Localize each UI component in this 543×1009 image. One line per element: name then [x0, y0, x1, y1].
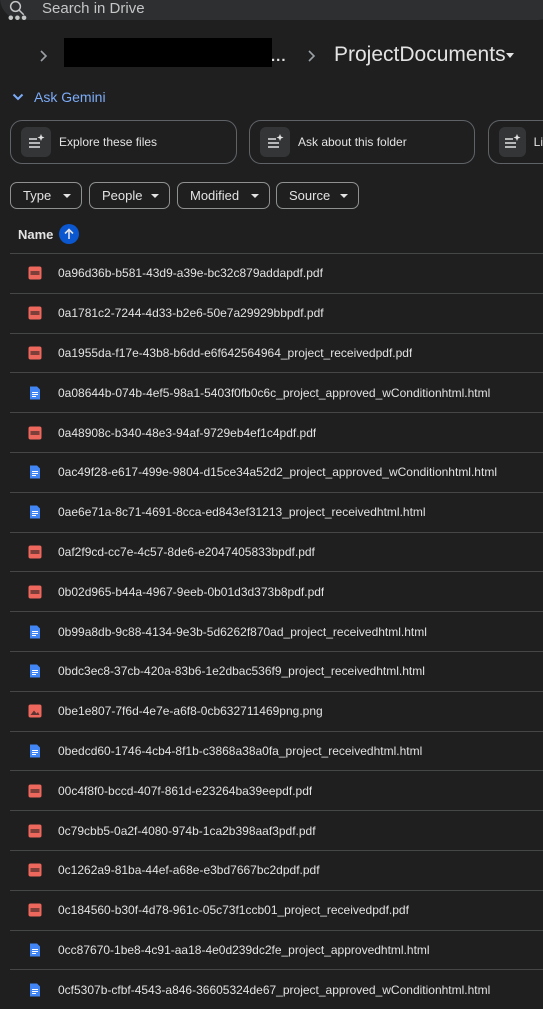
filter-people[interactable]: People	[89, 182, 170, 209]
filter-type[interactable]: Type	[10, 182, 82, 209]
file-name: 0ae6e71a-8c71-4691-8cca-ed843ef31213_pro…	[58, 505, 426, 520]
document-file-icon	[28, 505, 42, 519]
image-file-icon	[28, 704, 42, 718]
suggestion-label: Ask about this folder	[298, 135, 407, 149]
file-name: 0be1e807-7f6d-4e7e-a6f8-0cb632711469png.…	[58, 704, 323, 719]
name-column-label: Name	[18, 226, 54, 242]
document-file-icon	[28, 744, 42, 758]
current-folder-title[interactable]: ProjectDocuments	[334, 43, 506, 67]
pdf-file-icon	[28, 824, 42, 838]
pdf-file-icon	[28, 426, 42, 440]
document-file-icon	[28, 465, 42, 479]
file-row[interactable]: 0a96d36b-b581-43d9-a39e-bc32c879addapdf.…	[10, 253, 543, 293]
file-name: 00c4f8f0-bccd-407f-861d-e23264ba39eepdf.…	[58, 783, 313, 798]
pdf-file-icon	[28, 585, 42, 599]
file-name: 0b99a8db-9c88-4134-9e3b-5d6262f870ad_pro…	[58, 624, 427, 639]
file-name: 0ac49f28-e617-499e-9804-d15ce34a52d2_pro…	[58, 465, 497, 480]
pdf-file-icon	[28, 903, 42, 917]
dropdown-caret-icon	[151, 193, 159, 198]
file-row[interactable]: 0a48908c-b340-48e3-94af-9729eb4ef1c4pdf.…	[10, 412, 543, 452]
file-name: 0a96d36b-b581-43d9-a39e-bc32c879addapdf.…	[58, 266, 323, 281]
file-name: 0b02d965-b44a-4967-9eeb-0b01d3d373b8pdf.…	[58, 584, 325, 599]
file-row[interactable]: 0a1781c2-7244-4d33-b2e6-50e7a29929bbpdf.…	[10, 292, 543, 333]
explore-files-suggestion[interactable]: Explore these files	[10, 120, 237, 164]
file-name: 0cf5307b-cfbf-4543-a846-36605324de67_pro…	[58, 982, 491, 997]
chevron-down-icon	[12, 93, 24, 101]
file-row[interactable]: 0b02d965-b44a-4967-9eeb-0b01d3d373b8pdf.…	[10, 571, 543, 611]
pdf-file-icon	[28, 784, 42, 798]
file-name: 0cc87670-1be8-4c91-aa18-4e0d239dc2fe_pro…	[58, 942, 430, 957]
document-file-icon	[28, 983, 42, 997]
filter-label: Type	[23, 188, 52, 203]
file-row[interactable]: 0c184560-b30f-4d78-961c-05c73f1ccb01_pro…	[10, 889, 543, 930]
file-row[interactable]: 0be1e807-7f6d-4e7e-a6f8-0cb632711469png.…	[10, 690, 543, 731]
dropdown-caret-icon	[63, 193, 71, 198]
file-row[interactable]: 0a08644b-074b-4ef5-98a1-5403f0fb0c6c_pro…	[10, 372, 543, 412]
file-row[interactable]: 0ac49f28-e617-499e-9804-d15ce34a52d2_pro…	[10, 451, 543, 492]
pdf-file-icon	[28, 863, 42, 877]
pdf-file-icon	[28, 346, 42, 360]
folder-menu-caret-icon[interactable]	[506, 53, 514, 58]
file-name: 0a1781c2-7244-4d33-b2e6-50e7a29929bbpdf.…	[58, 306, 324, 321]
file-name: 0af2f9cd-cc7e-4c57-8de6-e2047405833bpdf.…	[58, 544, 315, 559]
file-row[interactable]: 0b99a8db-9c88-4134-9e3b-5d6262f870ad_pro…	[10, 611, 543, 651]
filter-label: People	[102, 188, 143, 203]
document-file-icon	[28, 625, 42, 639]
breadcrumb-more-button[interactable]: •••	[8, 10, 28, 28]
name-column-header[interactable]: Name	[18, 224, 80, 244]
filter-modified[interactable]: Modified	[177, 182, 270, 209]
pdf-file-icon	[28, 266, 42, 280]
file-row[interactable]: 0c1262a9-81ba-44ef-a68e-e3bd7667bc2dpdf.…	[10, 849, 543, 890]
suggestion-label: Explore these files	[59, 135, 158, 149]
file-row[interactable]: 0bdc3ec8-37cb-420a-83b6-1e2dbac536f9_pro…	[10, 650, 543, 691]
file-row[interactable]: 0a1955da-f17e-43b8-b6dd-e6f642564964_pro…	[10, 332, 543, 373]
redacted-breadcrumb-item	[64, 38, 272, 67]
spark-list-icon	[499, 127, 526, 157]
file-name: 0a1955da-f17e-43b8-b6dd-e6f642564964_pro…	[58, 345, 413, 360]
file-row[interactable]: 0c79cbb5-0a2f-4080-974b-1ca2b398aaf3pdf.…	[10, 810, 543, 850]
file-name: 0bdc3ec8-37cb-420a-83b6-1e2dbac536f9_pro…	[58, 664, 425, 679]
file-name: 0c1262a9-81ba-44ef-a68e-e3bd7667bc2dpdf.…	[58, 863, 320, 878]
filter-label: Source	[289, 188, 331, 203]
document-file-icon	[28, 664, 42, 678]
file-row[interactable]: 00c4f8f0-bccd-407f-861d-e23264ba39eepdf.…	[10, 770, 543, 810]
file-row[interactable]: 0ae6e71a-8c71-4691-8cca-ed843ef31213_pro…	[10, 491, 543, 532]
file-row[interactable]: 0bedcd60-1746-4cb4-8f1b-c3868a38a0fa_pro…	[10, 730, 543, 771]
file-name: 0a48908c-b340-48e3-94af-9729eb4ef1c4pdf.…	[58, 425, 317, 440]
suggestion-label: Li	[533, 135, 543, 149]
file-list: 0a96d36b-b581-43d9-a39e-bc32c879addapdf.…	[10, 253, 543, 1009]
third-suggestion[interactable]: Li	[488, 120, 543, 164]
search-bar[interactable]	[0, 0, 543, 20]
pdf-file-icon	[28, 306, 42, 320]
dropdown-caret-icon	[251, 193, 259, 198]
spark-list-icon	[21, 127, 51, 157]
search-input[interactable]	[40, 0, 344, 18]
file-row[interactable]: 0cf5307b-cfbf-4543-a846-36605324de67_pro…	[10, 969, 543, 1009]
file-name: 0c184560-b30f-4d78-961c-05c73f1ccb01_pro…	[58, 903, 409, 918]
file-name: 0bedcd60-1746-4cb4-8f1b-c3868a38a0fa_pro…	[58, 743, 423, 758]
chevron-right-icon	[308, 50, 316, 62]
spark-list-icon	[260, 127, 290, 157]
file-row[interactable]: 0cc87670-1be8-4c91-aa18-4e0d239dc2fe_pro…	[10, 929, 543, 970]
pdf-file-icon	[28, 545, 42, 559]
filter-label: Modified	[190, 188, 240, 203]
sort-ascending-icon[interactable]	[59, 224, 80, 244]
document-file-icon	[28, 943, 42, 957]
breadcrumb-ellipsis[interactable]: ...	[271, 48, 287, 65]
file-name: 0a08644b-074b-4ef5-98a1-5403f0fb0c6c_pro…	[58, 385, 491, 400]
ask-gemini-label: Ask Gemini	[34, 89, 106, 105]
file-row[interactable]: 0af2f9cd-cc7e-4c57-8de6-e2047405833bpdf.…	[10, 531, 543, 572]
dropdown-caret-icon	[340, 193, 348, 198]
chevron-right-icon	[40, 50, 48, 62]
document-file-icon	[28, 386, 42, 400]
ask-about-folder-suggestion[interactable]: Ask about this folder	[249, 120, 475, 164]
ask-gemini-toggle[interactable]: Ask Gemini	[12, 89, 106, 105]
file-name: 0c79cbb5-0a2f-4080-974b-1ca2b398aaf3pdf.…	[58, 823, 316, 838]
filter-source[interactable]: Source	[276, 182, 359, 209]
